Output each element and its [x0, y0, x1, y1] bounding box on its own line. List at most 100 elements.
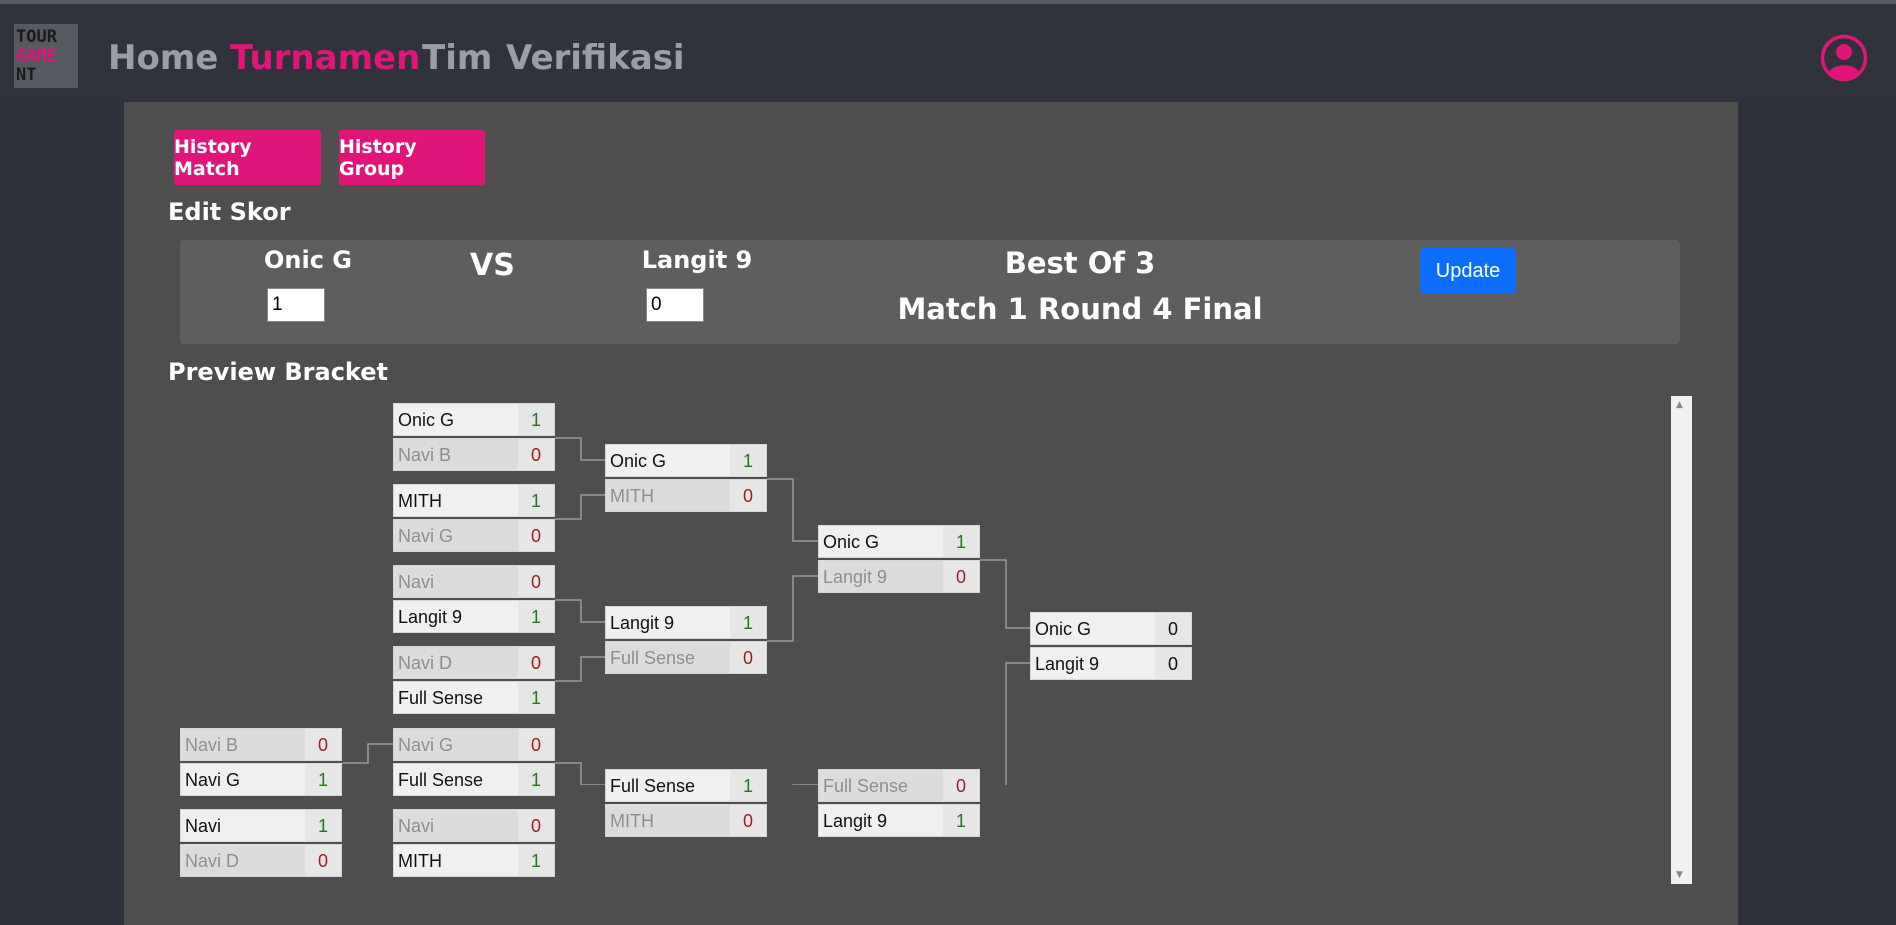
bracket-team-name: Navi G	[185, 770, 241, 790]
bracket-team-score: 0	[1155, 613, 1191, 644]
bracket-team-score: 0	[305, 845, 341, 876]
bracket-match: Navi 1 Navi D 0	[180, 809, 342, 877]
nav-link-turnamen[interactable]: Turnamen	[230, 34, 420, 82]
bracket-team-name: Langit 9	[1035, 654, 1100, 674]
bracket-team-name: Onic G	[1035, 619, 1092, 639]
bracket-team-name: Full Sense	[398, 770, 484, 790]
bracket-connector-line	[767, 478, 818, 542]
bracket-team-row: Onic G 1	[818, 525, 980, 558]
bracket-team-row: Langit 9 0	[818, 560, 980, 593]
nav-link-home[interactable]: Home	[108, 34, 218, 82]
bracket-team-row: Navi 0	[393, 809, 555, 842]
bracket-team-name: MITH	[610, 486, 654, 506]
bracket-match: Navi 0 Langit 9 1	[393, 565, 555, 633]
bracket-team-row: Navi 1	[180, 809, 342, 842]
bracket-connector-line	[555, 599, 605, 623]
logo-line-1: TOUR	[16, 27, 57, 47]
bracket-team-row: Full Sense 1	[393, 681, 555, 714]
bracket-team-row: Langit 9 1	[393, 600, 555, 633]
bracket-team-name: Full Sense	[398, 688, 484, 708]
bracket-match: Langit 9 1 Full Sense 0	[605, 606, 767, 674]
bracket-team-score: 0	[518, 439, 554, 470]
bracket-team-score: 1	[518, 404, 554, 435]
bracket-team-name: Full Sense	[823, 776, 909, 796]
bracket-team-row: Full Sense 0	[818, 769, 980, 802]
bracket-connector-line	[342, 743, 393, 764]
bracket-team-name: Full Sense	[610, 776, 696, 796]
bracket-team-name: Langit 9	[823, 567, 888, 587]
logo-line-3: NT	[16, 65, 37, 85]
bracket-team-row: Langit 9 0	[1030, 647, 1192, 680]
history-match-button[interactable]: History Match	[174, 130, 321, 185]
bracket-team-row: Navi G 0	[393, 519, 555, 552]
bracket-team-score: 1	[518, 764, 554, 795]
bracket-team-name: MITH	[610, 811, 654, 831]
bracket-match: Navi 0 MITH 1	[393, 809, 555, 877]
history-group-button[interactable]: History Group	[339, 130, 485, 185]
bracket-team-row: Navi 0	[393, 565, 555, 598]
bracket-team-row: Navi D 0	[180, 844, 342, 877]
bracket-team-row: Full Sense 1	[393, 763, 555, 796]
bracket-team-row: Onic G 1	[605, 444, 767, 477]
bracket-team-row: Onic G 1	[393, 403, 555, 436]
bracket-team-name: Onic G	[610, 451, 667, 471]
bracket-connector-line	[555, 437, 605, 461]
update-button[interactable]: Update	[1420, 248, 1516, 294]
bracket-connector-line	[555, 656, 605, 682]
vs-label: VS	[470, 248, 515, 283]
bracket-match: Navi D 0 Full Sense 1	[393, 646, 555, 714]
bracket-connector-line	[555, 494, 605, 520]
bracket-team-row: Full Sense 0	[605, 641, 767, 674]
bracket-match: Onic G 1 Navi B 0	[393, 403, 555, 471]
bracket-team-score: 1	[518, 601, 554, 632]
bracket-match: Onic G 0 Langit 9 0	[1030, 612, 1192, 680]
bracket-team-score: 1	[730, 607, 766, 638]
bracket-team-score: 1	[518, 485, 554, 516]
scroll-down-arrow-icon[interactable]: ▼	[1676, 870, 1683, 880]
bracket-connector-line	[980, 559, 1030, 629]
bracket-team-row: Navi G 0	[393, 728, 555, 761]
bracket-scrollbar[interactable]: ▲ ▼	[1671, 396, 1692, 884]
team1-name: Onic G	[264, 246, 352, 274]
bracket-team-score: 1	[730, 445, 766, 476]
bracket-team-name: Onic G	[823, 532, 880, 552]
edit-skor-title: Edit Skor	[168, 198, 291, 226]
bracket-team-score: 0	[518, 810, 554, 841]
bracket-connector-line	[767, 575, 818, 642]
bracket-team-row: MITH 1	[393, 844, 555, 877]
logo-line-2: GAME	[16, 46, 57, 66]
bracket-team-score: 0	[518, 520, 554, 551]
bracket-team-name: Navi D	[185, 851, 240, 871]
bracket-team-score: 0	[730, 805, 766, 836]
app-logo[interactable]: TOUR GAME NT	[14, 24, 78, 88]
bracket-match: Onic G 1 MITH 0	[605, 444, 767, 512]
bracket-team-score: 0	[305, 729, 341, 760]
bracket-team-score: 1	[305, 810, 341, 841]
bracket-match: Onic G 1 Langit 9 0	[818, 525, 980, 593]
nav-link-verifikasi[interactable]: Verifikasi	[506, 34, 685, 82]
bracket-team-score: 1	[305, 764, 341, 795]
user-circle-icon[interactable]	[1820, 34, 1868, 82]
bracket-team-name: Navi	[398, 816, 435, 836]
bracket-team-score: 0	[943, 770, 979, 801]
scroll-up-arrow-icon[interactable]: ▲	[1676, 400, 1683, 410]
bracket-team-name: Navi	[398, 572, 435, 592]
bracket-team-row: Navi B 0	[180, 728, 342, 761]
bracket-team-row: Navi B 0	[393, 438, 555, 471]
bracket-team-score: 0	[518, 647, 554, 678]
bracket-team-name: MITH	[398, 851, 442, 871]
bracket-team-score: 1	[943, 526, 979, 557]
nav-link-tim[interactable]: Tim	[422, 34, 492, 82]
navbar: TOUR GAME NT Home Turnamen Tim Verifikas…	[0, 4, 1896, 102]
bracket-team-name: Onic G	[398, 410, 455, 430]
bracket-team-score: 1	[518, 682, 554, 713]
bracket-connectors	[342, 437, 1030, 785]
bracket-team-row: MITH 0	[605, 479, 767, 512]
bracket-team-row: MITH 1	[393, 484, 555, 517]
bracket-team-name: Navi G	[398, 735, 454, 755]
bracket-team-name: MITH	[398, 491, 442, 511]
bracket-team-row: Onic G 0	[1030, 612, 1192, 645]
bracket-team-name: Navi B	[185, 735, 239, 755]
bracket-team-name: Navi G	[398, 526, 454, 546]
bracket-match: Navi B 0 Navi G 1	[180, 728, 342, 796]
